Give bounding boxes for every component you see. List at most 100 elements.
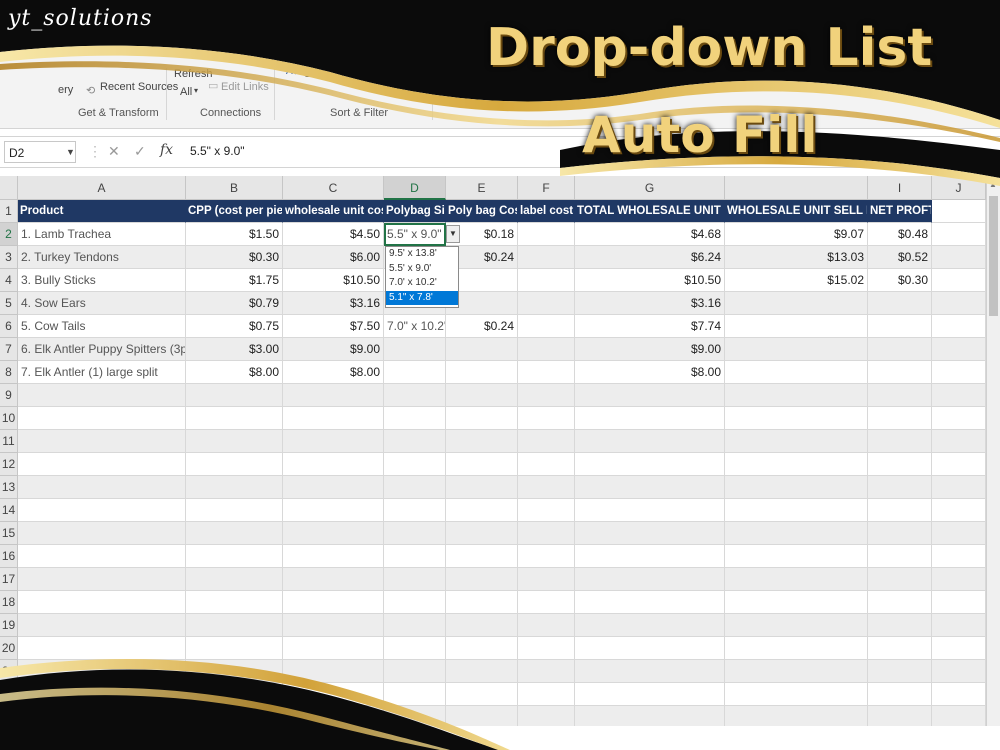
table-cell[interactable] <box>725 522 868 545</box>
table-cell[interactable] <box>725 292 868 315</box>
table-cell[interactable] <box>725 614 868 637</box>
table-cell[interactable] <box>384 476 446 499</box>
table-cell[interactable] <box>725 361 868 384</box>
table-cell[interactable] <box>518 637 575 660</box>
table-cell[interactable] <box>575 545 725 568</box>
table-cell[interactable] <box>575 522 725 545</box>
table-cell[interactable] <box>186 660 283 683</box>
table-cell[interactable]: TOTAL WHOLESALE UNIT COST $ <box>575 200 725 223</box>
cancel-icon[interactable]: ✕ <box>108 143 120 160</box>
table-cell[interactable] <box>868 683 932 706</box>
table-cell[interactable]: Polybag Size <box>384 200 446 223</box>
table-cell[interactable] <box>932 430 986 453</box>
table-cell[interactable] <box>932 338 986 361</box>
table-cell[interactable] <box>283 660 384 683</box>
table-cell[interactable]: $9.00 <box>283 338 384 361</box>
table-cell[interactable] <box>725 430 868 453</box>
table-cell[interactable] <box>932 292 986 315</box>
enter-check-icon[interactable]: ✓ <box>134 143 146 160</box>
table-cell[interactable] <box>283 453 384 476</box>
table-cell[interactable] <box>725 453 868 476</box>
table-cell[interactable] <box>518 499 575 522</box>
table-cell[interactable]: WHOLESALE UNIT SELL PRICE $ <box>725 200 868 223</box>
table-cell[interactable] <box>518 223 575 246</box>
table-cell[interactable] <box>384 407 446 430</box>
advanced-button[interactable]: Advanced <box>382 81 431 93</box>
table-cell[interactable] <box>446 614 518 637</box>
table-cell[interactable] <box>384 361 446 384</box>
sort-button[interactable]: Sort <box>304 68 324 80</box>
table-cell[interactable] <box>868 476 932 499</box>
table-cell[interactable] <box>518 246 575 269</box>
table-cell[interactable] <box>518 269 575 292</box>
filter-button[interactable]: Filter <box>341 68 365 80</box>
table-cell[interactable] <box>384 545 446 568</box>
table-cell[interactable] <box>446 545 518 568</box>
table-cell[interactable] <box>932 591 986 614</box>
table-cell[interactable] <box>932 453 986 476</box>
table-cell[interactable] <box>575 430 725 453</box>
table-cell[interactable] <box>725 591 868 614</box>
vertical-scrollbar[interactable]: ▲ <box>986 176 1000 726</box>
table-cell[interactable] <box>446 637 518 660</box>
table-cell[interactable] <box>283 706 384 726</box>
row-header[interactable]: 4 <box>0 269 18 292</box>
table-cell[interactable] <box>18 545 186 568</box>
row-header[interactable]: 14 <box>0 499 18 522</box>
table-cell[interactable] <box>186 499 283 522</box>
table-cell[interactable] <box>868 568 932 591</box>
table-cell[interactable]: 4. Sow Ears <box>18 292 186 315</box>
table-cell[interactable] <box>446 384 518 407</box>
scrollbar-thumb[interactable] <box>989 196 998 316</box>
column-header[interactable]: I <box>868 176 932 200</box>
sort-az-icon[interactable]: A↓Z <box>286 66 304 77</box>
row-header[interactable]: 10 <box>0 407 18 430</box>
table-cell[interactable] <box>446 660 518 683</box>
column-header[interactable]: A <box>18 176 186 200</box>
table-cell[interactable]: $3.00 <box>186 338 283 361</box>
table-cell[interactable] <box>446 683 518 706</box>
table-cell[interactable] <box>18 706 186 726</box>
table-cell[interactable] <box>932 545 986 568</box>
table-cell[interactable] <box>446 706 518 726</box>
table-cell[interactable] <box>384 430 446 453</box>
table-cell[interactable]: $6.24 <box>575 246 725 269</box>
row-header[interactable]: 18 <box>0 591 18 614</box>
table-cell[interactable] <box>18 568 186 591</box>
table-cell[interactable] <box>18 591 186 614</box>
table-cell[interactable] <box>186 430 283 453</box>
table-cell[interactable] <box>932 384 986 407</box>
table-cell[interactable]: $0.48 <box>868 223 932 246</box>
chevron-down-icon[interactable]: ▼ <box>66 141 75 163</box>
table-cell[interactable] <box>518 706 575 726</box>
refresh-all-button[interactable]: All <box>180 86 192 98</box>
table-cell[interactable] <box>932 614 986 637</box>
table-cell[interactable] <box>868 315 932 338</box>
table-cell[interactable] <box>868 637 932 660</box>
table-cell[interactable] <box>575 591 725 614</box>
table-cell[interactable] <box>186 614 283 637</box>
table-cell[interactable]: NET PROFT % <box>868 200 932 223</box>
table-cell[interactable] <box>575 614 725 637</box>
table-cell[interactable] <box>384 637 446 660</box>
table-cell[interactable] <box>18 614 186 637</box>
table-cell[interactable]: $4.68 <box>575 223 725 246</box>
table-cell[interactable] <box>186 407 283 430</box>
table-cell[interactable] <box>518 476 575 499</box>
table-cell[interactable] <box>868 660 932 683</box>
table-cell[interactable] <box>186 453 283 476</box>
row-header[interactable]: 5 <box>0 292 18 315</box>
table-cell[interactable]: 5.5" x 9.0" <box>384 223 446 246</box>
table-cell[interactable] <box>186 384 283 407</box>
table-cell[interactable] <box>446 568 518 591</box>
table-cell[interactable] <box>446 430 518 453</box>
table-cell[interactable] <box>18 384 186 407</box>
dropdown-list[interactable]: 9.5' x 13.8' 5.5' x 9.0' 7.0' x 10.2' 5.1" … <box>385 246 459 308</box>
table-cell[interactable] <box>518 430 575 453</box>
table-cell[interactable] <box>446 522 518 545</box>
table-cell[interactable] <box>575 637 725 660</box>
table-cell[interactable] <box>186 522 283 545</box>
table-cell[interactable] <box>18 499 186 522</box>
table-cell[interactable] <box>446 453 518 476</box>
table-cell[interactable]: 3. Bully Sticks <box>18 269 186 292</box>
